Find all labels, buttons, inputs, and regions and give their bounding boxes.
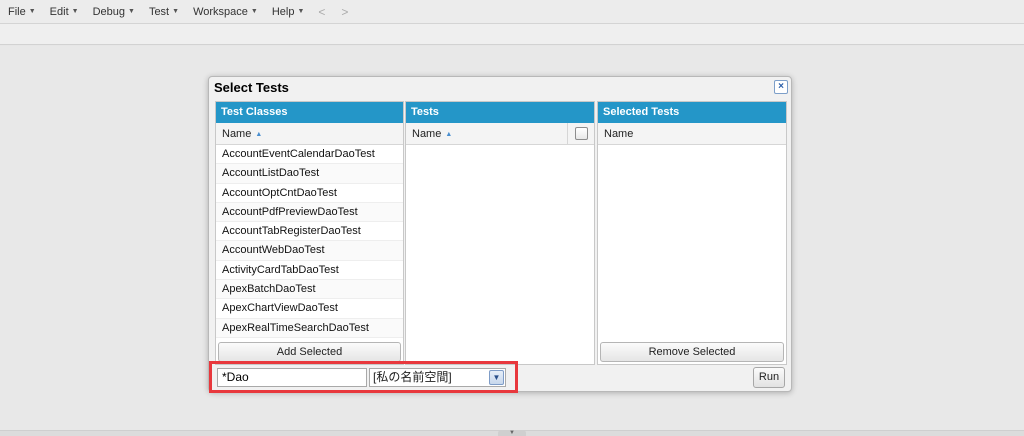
menu-file[interactable]: File ▼	[8, 6, 36, 18]
menu-help[interactable]: Help ▼	[272, 6, 305, 18]
list-item[interactable]: AccountListDaoTest	[216, 164, 403, 184]
menu-debug[interactable]: Debug ▼	[93, 6, 135, 18]
menu-test[interactable]: Test ▼	[149, 6, 179, 18]
test-classes-list: AccountEventCalendarDaoTest AccountListD…	[216, 145, 403, 338]
test-classes-panel: Test Classes Name ▲ AccountEventCalendarD…	[215, 101, 404, 365]
tests-header: Tests	[406, 102, 594, 123]
test-classes-name-column[interactable]: Name ▲	[216, 123, 403, 145]
menu-workspace-label: Workspace	[193, 5, 248, 18]
selected-tests-panel: Selected Tests Name Remove Selected	[597, 101, 787, 365]
forward-arrow-icon[interactable]: >	[341, 5, 348, 19]
sort-ascending-icon: ▲	[445, 131, 453, 138]
caret-down-icon: ▼	[250, 8, 258, 15]
menu-edit[interactable]: Edit ▼	[50, 6, 79, 18]
panel-toggle-icon[interactable]: ▼	[498, 430, 526, 436]
select-tests-dialog: Select Tests × Test Classes Name ▲ Accoun…	[208, 76, 792, 392]
list-item[interactable]: AccountOptCntDaoTest	[216, 184, 403, 203]
selected-tests-name-column[interactable]: Name	[598, 123, 786, 145]
list-item[interactable]: ApexChartViewDaoTest	[216, 299, 403, 319]
tests-name-column[interactable]: Name ▲	[406, 123, 594, 145]
menu-workspace[interactable]: Workspace ▼	[193, 6, 258, 18]
selected-tests-header: Selected Tests	[598, 102, 786, 123]
caret-down-icon: ▼	[297, 8, 305, 15]
add-selected-button[interactable]: Add Selected	[218, 342, 401, 362]
caret-down-icon: ▼	[28, 8, 36, 15]
menu-help-label: Help	[271, 5, 295, 18]
namespace-select-value: [私の名前空間]	[373, 370, 452, 384]
remove-selected-button[interactable]: Remove Selected	[600, 342, 784, 362]
menu-debug-label: Debug	[92, 5, 125, 18]
caret-down-icon: ▼	[128, 8, 135, 15]
list-item[interactable]: AccountTabRegisterDaoTest	[216, 222, 403, 242]
column-label: Name	[412, 128, 442, 140]
menu-test-label: Test	[148, 5, 170, 18]
dialog-title: Select Tests	[214, 80, 289, 95]
list-item[interactable]: AccountWebDaoTest	[216, 241, 403, 261]
list-item[interactable]: ApexRealTimeSearchDaoTest	[216, 318, 403, 338]
column-divider	[567, 123, 568, 145]
tests-panel: Tests Name ▲	[405, 101, 595, 365]
back-arrow-icon[interactable]: <	[318, 5, 325, 19]
column-label: Name	[222, 128, 252, 140]
list-item[interactable]: ApexBatchDaoTest	[216, 280, 403, 300]
chevron-down-icon[interactable]: ▼	[489, 370, 504, 385]
toolbar	[0, 24, 1024, 45]
close-icon[interactable]: ×	[774, 80, 788, 94]
menu-file-label: File	[8, 5, 26, 18]
select-all-checkbox[interactable]	[575, 127, 588, 140]
filter-input[interactable]: *Dao	[217, 368, 367, 387]
list-item[interactable]: AccountPdfPreviewDaoTest	[216, 202, 403, 223]
column-label: Name	[604, 128, 634, 140]
list-item[interactable]: AccountEventCalendarDaoTest	[216, 145, 403, 165]
menu-bar: File ▼ Edit ▼ Debug ▼ Test ▼ Workspace ▼ Help…	[0, 0, 1024, 24]
list-item[interactable]: ActivityCardTabDaoTest	[216, 261, 403, 281]
menu-edit-label: Edit	[49, 5, 69, 18]
caret-down-icon: ▼	[71, 8, 79, 15]
run-button[interactable]: Run	[753, 367, 785, 388]
sort-ascending-icon: ▲	[255, 131, 263, 138]
test-classes-header: Test Classes	[216, 102, 403, 123]
namespace-select[interactable]: [私の名前空間] ▼	[369, 368, 506, 387]
caret-down-icon: ▼	[172, 8, 180, 15]
